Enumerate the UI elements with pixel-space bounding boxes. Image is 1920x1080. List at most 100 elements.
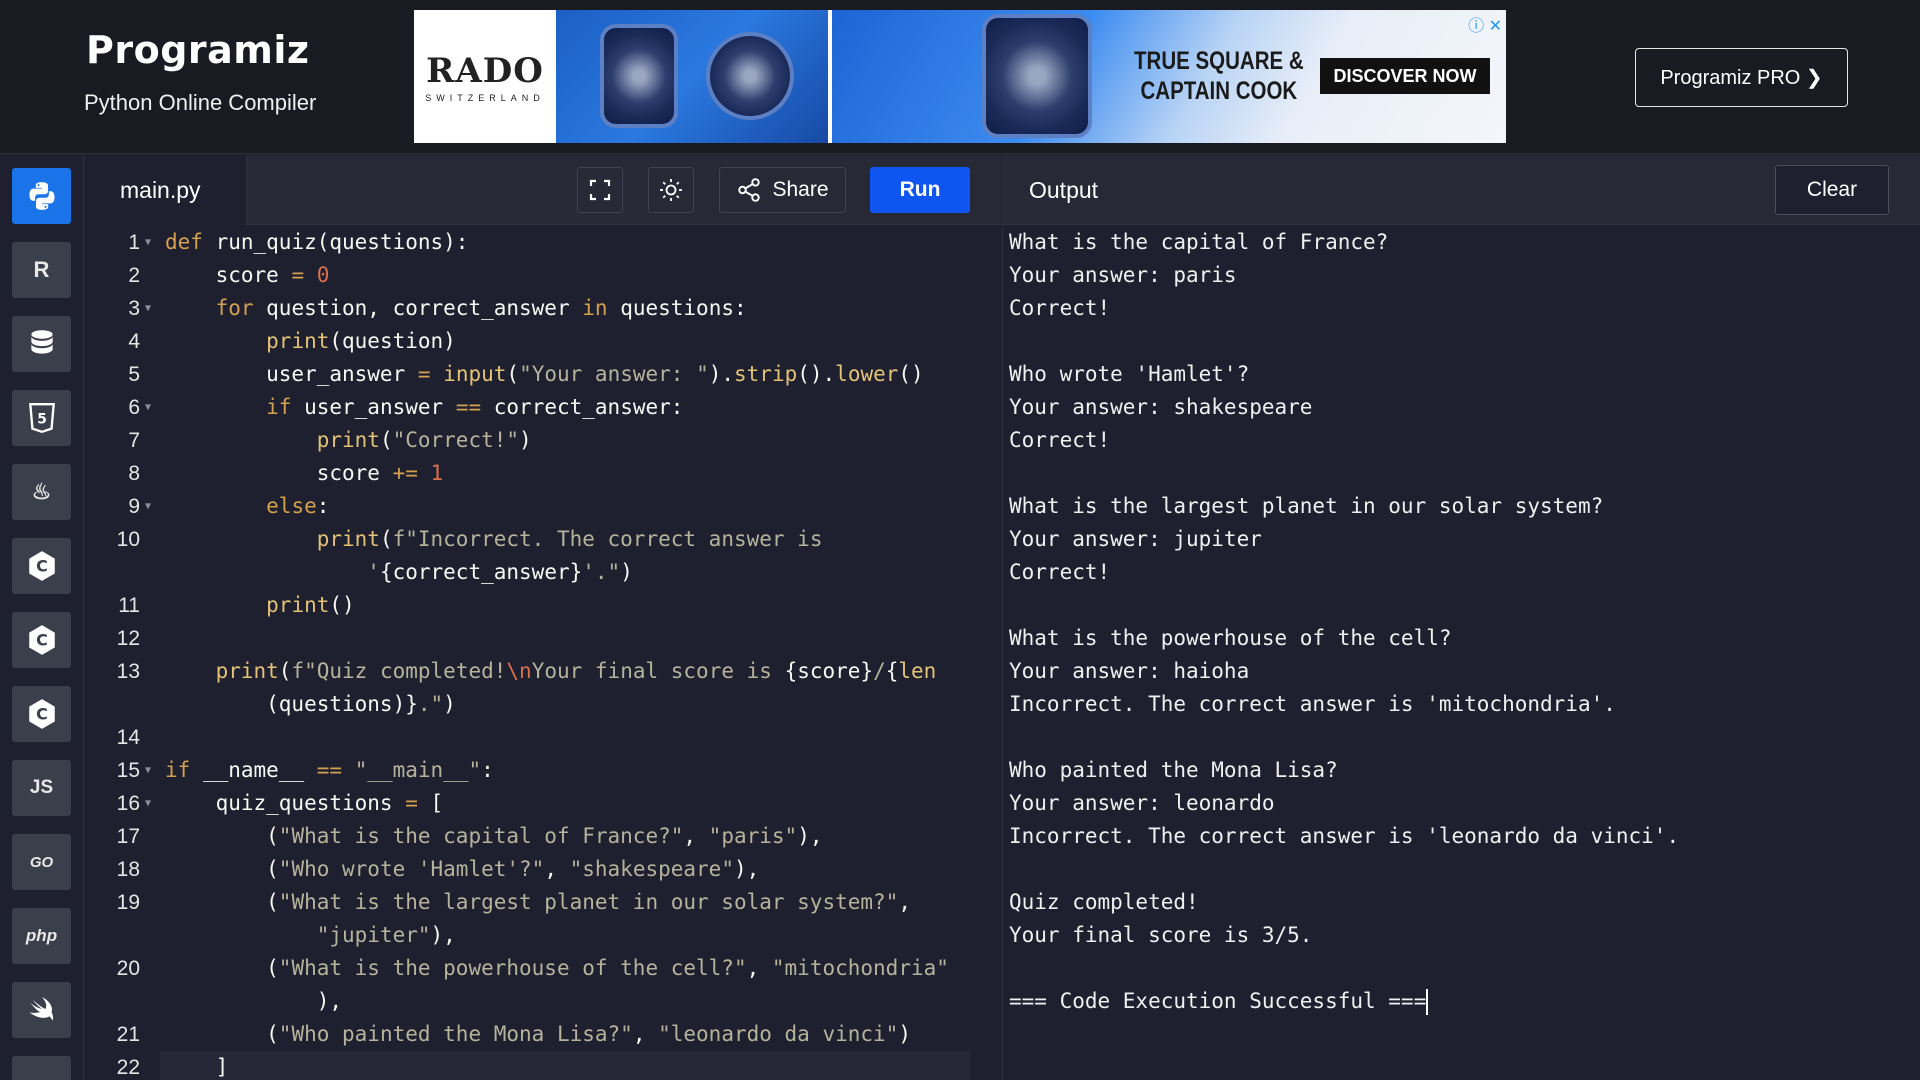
svg-text:C: C — [36, 556, 48, 575]
output-line: What is the powerhouse of the cell? — [1009, 626, 1452, 650]
cpp-language-icon[interactable]: C — [12, 612, 71, 668]
code-line: ("What is the capital of France?", "pari… — [165, 824, 823, 848]
code-line: user_answer = input("Your answer: ").str… — [165, 362, 924, 386]
code-line-wrap: '{correct_answer}'.") — [367, 560, 633, 584]
code-line: for question, correct_answer in question… — [215, 296, 747, 320]
php-label: php — [25, 926, 58, 945]
run-button[interactable]: Run — [870, 167, 970, 213]
line-number: 7 — [128, 429, 140, 452]
output-line: Correct! — [1009, 428, 1111, 452]
top-bar: Programiz Python Online Compiler RADO SW… — [0, 0, 1920, 154]
javascript-icon[interactable]: JS — [12, 760, 71, 816]
output-line: Your answer: paris — [1009, 263, 1237, 287]
line-number: 9 — [128, 495, 140, 518]
r-label: R — [33, 257, 50, 282]
output-title: Output — [1029, 177, 1099, 203]
ad-close-icon[interactable]: ⓘ ✕ — [1468, 12, 1502, 36]
programiz-logo[interactable]: Programiz — [86, 28, 310, 72]
go-label: GO — [29, 853, 54, 871]
output-toolbar: Output Clear — [1002, 155, 1920, 225]
line-number: 5 — [128, 363, 140, 386]
fold-arrow-icon[interactable]: ▼ — [145, 490, 155, 523]
java-icon[interactable]: ♨ — [12, 464, 71, 520]
ad-headline-2: CAPTAIN COOK — [1140, 77, 1298, 105]
line-number: 10 — [116, 528, 140, 551]
output-line: Incorrect. The correct answer is 'leonar… — [1009, 824, 1680, 848]
python-icon[interactable] — [12, 168, 71, 224]
code-line: ] — [165, 1055, 229, 1079]
output-line: Incorrect. The correct answer is 'mitoch… — [1009, 692, 1616, 716]
svg-text:C: C — [36, 630, 48, 649]
code-line: score += 1 — [165, 461, 444, 485]
output-line: Correct! — [1009, 560, 1111, 584]
r-language-icon[interactable]: R — [12, 242, 71, 298]
line-number: 14 — [116, 726, 140, 749]
fold-arrow-icon[interactable]: ▼ — [145, 292, 155, 325]
code-line: ("What is the powerhouse of the cell?", … — [165, 956, 949, 980]
code-line: score = 0 — [165, 263, 330, 287]
js-label: JS — [29, 777, 54, 798]
line-number: 8 — [128, 462, 140, 485]
line-number: 6 — [128, 396, 140, 419]
java-label: ♨ — [31, 479, 52, 504]
line-number: 18 — [116, 858, 140, 881]
csharp-language-icon[interactable]: C — [12, 686, 71, 742]
code-line: print(f"Incorrect. The correct answer is — [316, 527, 823, 551]
output-line: Your answer: jupiter — [1009, 527, 1262, 551]
more-languages-icon[interactable] — [12, 1056, 71, 1080]
ad-discover-button[interactable]: DISCOVER NOW — [1320, 58, 1490, 94]
code-line: ("Who painted the Mona Lisa?", "leonardo… — [165, 1022, 911, 1046]
output-line: What is the largest planet in our solar … — [1009, 494, 1604, 518]
clear-button[interactable]: Clear — [1775, 165, 1889, 215]
output-console[interactable]: What is the capital of France? Your answ… — [1002, 226, 1920, 1080]
line-number: 22 — [116, 1056, 140, 1079]
output-line: Your final score is 3/5. — [1009, 923, 1313, 947]
watch-image — [982, 14, 1092, 138]
language-sidebar: R 5 ♨ C C C JS GO php — [0, 155, 84, 1080]
ad-brand: RADO SWITZERLAND — [414, 10, 556, 143]
fold-arrow-icon[interactable]: ▼ — [145, 787, 155, 820]
code-line-wrap: ), — [165, 989, 343, 1013]
line-number: 12 — [116, 627, 140, 650]
execution-status: === Code Execution Successful === — [1009, 989, 1427, 1013]
fold-arrow-icon[interactable]: ▼ — [145, 391, 155, 424]
share-label: Share — [772, 178, 829, 201]
watch-image — [706, 32, 794, 120]
output-line: Correct! — [1009, 296, 1111, 320]
file-tab-main[interactable]: main.py — [85, 155, 247, 225]
ad-image-watches — [556, 10, 828, 143]
php-icon[interactable]: php — [12, 908, 71, 964]
code-line: def run_quiz(questions): — [165, 230, 469, 254]
output-line: Your answer: leonardo — [1009, 791, 1275, 815]
line-number: 21 — [116, 1023, 140, 1046]
code-line: if user_answer == correct_answer: — [266, 395, 684, 419]
code-line: print("Correct!") — [316, 428, 532, 452]
line-number: 2 — [128, 264, 140, 287]
text-cursor — [1426, 989, 1429, 1015]
ad-brand-sub: SWITZERLAND — [425, 92, 545, 103]
c-language-icon[interactable]: C — [12, 538, 71, 594]
line-number: 15 — [116, 759, 140, 782]
code-line: ("Who wrote 'Hamlet'?", "shakespeare"), — [165, 857, 760, 881]
compiler-subtitle: Python Online Compiler — [84, 90, 317, 115]
line-number: 20 — [116, 957, 140, 980]
code-line: print(f"Quiz completed!\nYour final scor… — [215, 659, 937, 683]
share-button[interactable]: Share — [719, 167, 846, 213]
go-language-icon[interactable]: GO — [12, 834, 71, 890]
fullscreen-icon[interactable] — [577, 167, 623, 213]
ad-headline: TRUE SQUARE & CAPTAIN COOK — [1134, 46, 1304, 106]
code-line: ("What is the largest planet in our sola… — [165, 890, 911, 914]
theme-toggle-icon[interactable] — [648, 167, 694, 213]
fold-arrow-icon[interactable]: ▼ — [145, 754, 155, 787]
advertisement-banner[interactable]: RADO SWITZERLAND TRUE SQUARE & CAPTAIN C… — [414, 10, 1506, 143]
line-number: 3 — [128, 297, 140, 320]
execution-status-line: === Code Execution Successful === — [1009, 985, 1429, 1018]
code-editor[interactable]: 1 ▼ def run_quiz(questions): 2 score = 0 3… — [85, 226, 1001, 1080]
fold-arrow-icon[interactable]: ▼ — [145, 226, 155, 259]
html5-icon[interactable]: 5 — [12, 390, 71, 446]
sql-database-icon[interactable] — [12, 316, 71, 372]
share-icon — [738, 178, 761, 202]
editor-toolbar: main.py Share Run — [85, 155, 1001, 225]
programiz-pro-button[interactable]: Programiz PRO ❯ — [1635, 48, 1848, 107]
swift-icon[interactable] — [12, 982, 71, 1038]
